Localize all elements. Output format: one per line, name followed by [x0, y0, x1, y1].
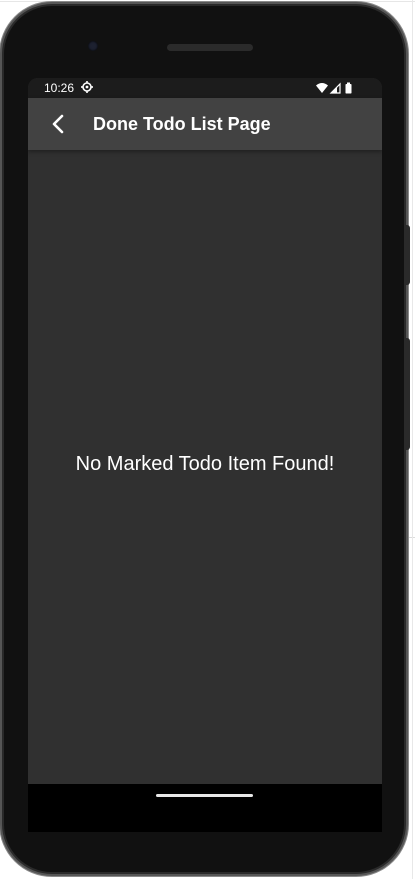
background-divider: [412, 0, 413, 879]
status-time: 10:26: [44, 81, 75, 95]
page-title: Done Todo List Page: [93, 114, 271, 134]
earpiece-speaker: [167, 44, 253, 51]
gesture-nav-bar: [28, 784, 382, 832]
background-divider: [405, 537, 415, 538]
system-icons: [316, 82, 352, 94]
front-camera: [88, 41, 98, 51]
power-button[interactable]: [404, 225, 410, 285]
emulator-stage: 10:26 Done Todo List Page No Marked Todo…: [0, 0, 415, 879]
volume-button[interactable]: [404, 338, 410, 450]
settings-icon: [81, 81, 93, 93]
background-divider: [0, 1, 415, 2]
back-button[interactable]: [38, 104, 78, 144]
empty-state-message: No Marked Todo Item Found!: [75, 453, 335, 475]
status-bar: 10:26: [28, 78, 382, 98]
app-screen: 10:26 Done Todo List Page No Marked Todo…: [28, 78, 382, 784]
chevron-left-icon: [52, 114, 64, 134]
battery-icon: [345, 82, 352, 94]
wifi-icon: [316, 83, 328, 93]
app-bar: Done Todo List Page: [28, 98, 382, 150]
signal-icon: [329, 82, 341, 94]
home-gesture-handle[interactable]: [156, 794, 253, 797]
